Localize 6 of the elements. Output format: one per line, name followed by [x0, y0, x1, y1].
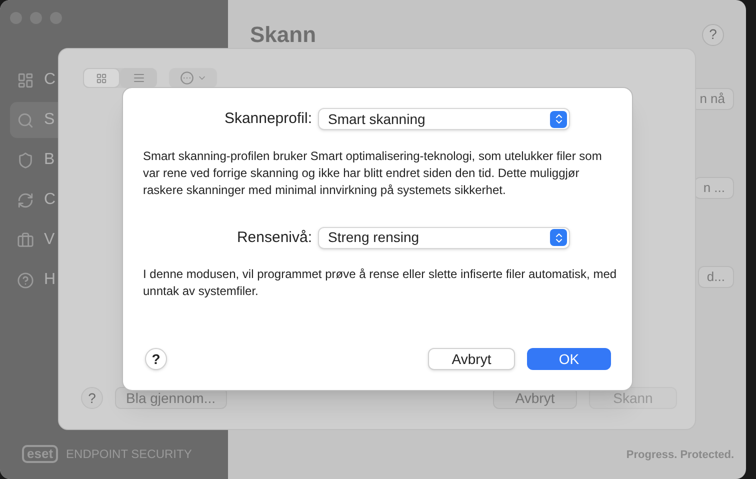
tagline: Progress. Protected.: [626, 448, 734, 462]
page-title: Skann: [250, 21, 316, 49]
setting-description: Smart skanning-profilen bruker Smart optimalisering-teknologi, som utelukker filer som var rene ved forrige skanning og ikke har blitt endret siden den tid. Dette muliggjør raskere skanninger med minimal innvirkning på systemets sikkerhet.: [143, 148, 603, 198]
setting-label: Skanneprofil:: [223, 109, 312, 129]
setting-description: I denne modusen, vil programmet prøve å rense eller slette infiserte filer automatisk, med unntak av systemfiler.: [143, 266, 618, 300]
setting-label: Rensenivå:: [236, 228, 312, 248]
